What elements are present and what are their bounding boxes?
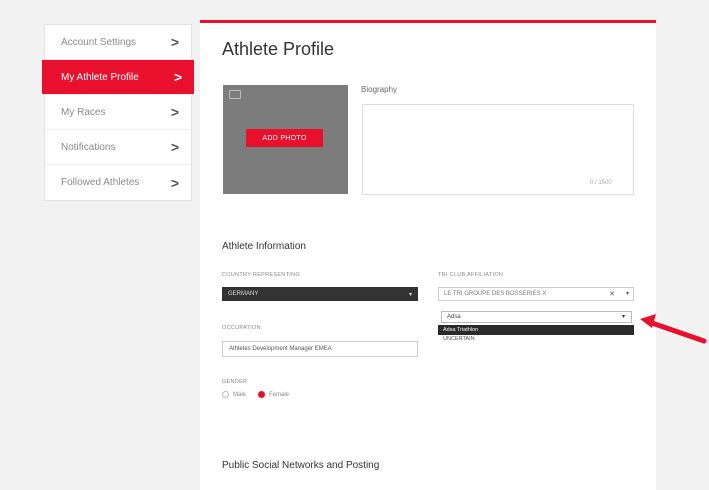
profile-photo[interactable]: ADD PHOTO xyxy=(223,85,348,194)
sidebar-item-label: Notifications xyxy=(61,141,116,153)
social-networks-heading: Public Social Networks and Posting xyxy=(222,460,380,471)
country-value: GERMANY xyxy=(228,291,259,297)
sidebar-item-notifications[interactable]: Notifications > xyxy=(45,130,191,165)
biography-char-count: 0 / 1500 xyxy=(590,180,612,186)
gender-male-radio[interactable] xyxy=(222,391,229,398)
sidebar-item-my-athlete-profile[interactable]: My Athlete Profile > xyxy=(42,60,194,95)
tri-club-select[interactable]: LE TRI GROUPE DES BOSSERIES X ✕ ▾ xyxy=(438,287,634,301)
occupation-field[interactable]: Athletes Development Manager EMEA xyxy=(222,341,418,357)
chevron-right-icon: > xyxy=(170,34,179,50)
gender-female-radio[interactable] xyxy=(258,391,266,398)
country-select[interactable]: GERMANY ▾ xyxy=(222,287,418,301)
profile-panel: Athlete Profile ADD PHOTO Biography 0 / … xyxy=(200,20,656,490)
sidebar-item-label: Followed Athletes xyxy=(61,177,140,188)
chevron-right-icon: > xyxy=(173,69,182,85)
sidebar-item-label: Account Settings xyxy=(61,36,137,48)
gender-female-label: Female xyxy=(269,391,290,398)
dropdown-option[interactable]: Adsa Triathlon xyxy=(438,325,634,335)
settings-sidebar: Account Settings > My Athlete Profile > … xyxy=(42,24,194,201)
sidebar-item-account-settings[interactable]: Account Settings > xyxy=(45,25,191,60)
tri-club-dropdown: Adsa Triathlon UNCERTAIN xyxy=(438,325,634,343)
gender-radio-group: Male Female xyxy=(222,391,289,398)
sidebar-item-label: My Races xyxy=(61,106,106,118)
sidebar-item-my-races[interactable]: My Races > xyxy=(45,95,191,130)
page-title: Athlete Profile xyxy=(222,39,335,59)
add-photo-button[interactable]: ADD PHOTO xyxy=(246,129,323,147)
chevron-right-icon: > xyxy=(170,139,179,155)
chevron-right-icon: > xyxy=(170,174,179,191)
country-label: COUNTRY REPRESENTING xyxy=(222,272,300,278)
tri-club-label: TRI CLUB AFFILIATION xyxy=(438,272,504,278)
red-arrow-annotation xyxy=(640,314,707,344)
camera-icon xyxy=(229,90,241,99)
athlete-information-heading: Athlete Information xyxy=(222,241,306,252)
dropdown-option[interactable]: UNCERTAIN xyxy=(438,335,634,343)
chevron-down-icon[interactable]: ▾ xyxy=(626,290,629,297)
tri-club-value: LE TRI GROUPE DES BOSSERIES X xyxy=(444,291,547,297)
gender-male-label: Male xyxy=(233,391,247,398)
chevron-down-icon: ▾ xyxy=(408,291,412,298)
clear-icon[interactable]: ✕ xyxy=(609,290,615,298)
biography-label: Biography xyxy=(361,85,398,94)
chevron-down-icon: ▾ xyxy=(621,314,625,320)
occupation-label: OCCUPATION xyxy=(222,325,261,331)
chevron-right-icon: > xyxy=(170,104,179,120)
gender-label: GENDER xyxy=(222,379,248,385)
tri-club-search-input[interactable]: Adsa ▾ xyxy=(441,311,632,323)
sidebar-item-label: My Athlete Profile xyxy=(61,71,139,83)
tri-club-search-value: Adsa xyxy=(447,314,461,320)
sidebar-item-followed-athletes[interactable]: Followed Athletes > xyxy=(45,165,191,200)
